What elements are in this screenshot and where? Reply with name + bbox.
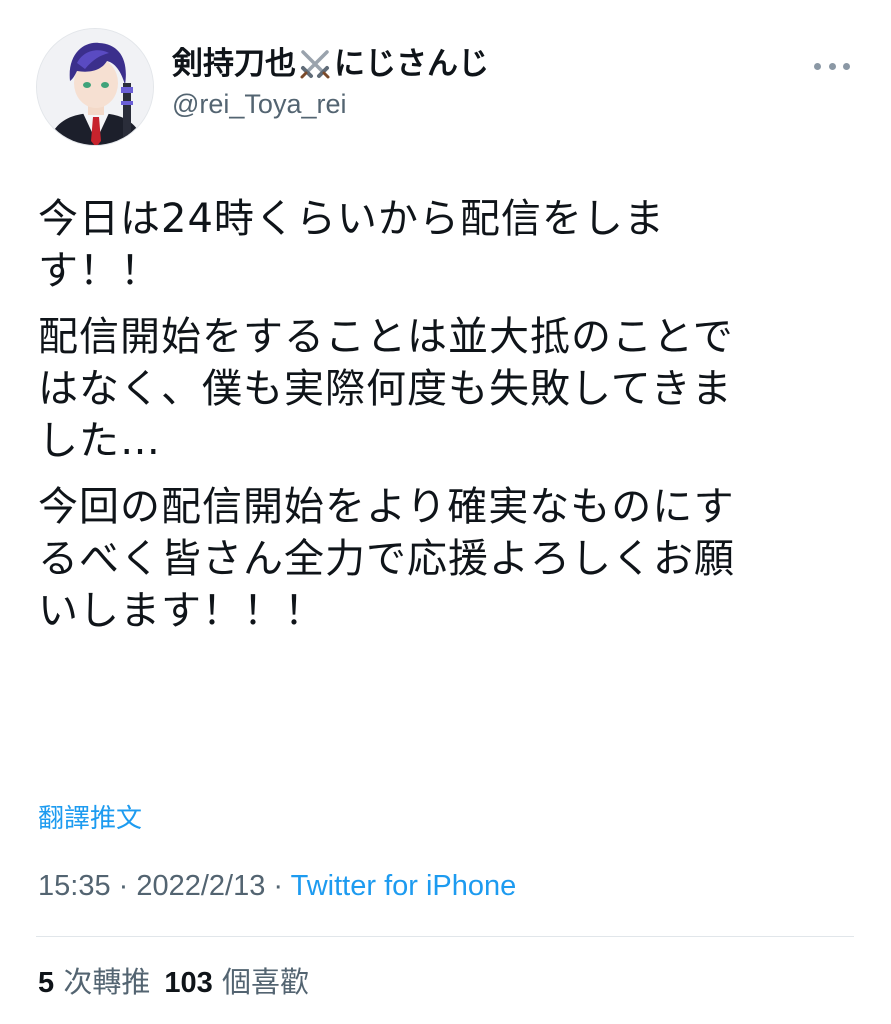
- display-name[interactable]: 剣持刀也 にじさんじ: [172, 44, 489, 84]
- likes-count: 103: [164, 967, 213, 999]
- author-names: 剣持刀也 にじさんじ @rei_Toya_rei: [172, 44, 489, 122]
- more-horizontal-icon[interactable]: [814, 56, 850, 76]
- tweet-meta: 15:35 · 2022/2/13 · Twitter for iPhone: [38, 866, 516, 906]
- author-handle[interactable]: @rei_Toya_rei: [172, 86, 489, 122]
- more-dot: [828, 62, 836, 70]
- retweets-stat[interactable]: 5 次轉推: [38, 965, 150, 999]
- more-dot: [843, 62, 850, 70]
- likes-stat[interactable]: 103 個喜歡: [164, 965, 309, 999]
- translate-tweet-link[interactable]: 翻譯推文: [38, 798, 142, 835]
- tweet-paragraph: 今日は24時くらいから配信をしま す！！: [38, 196, 665, 294]
- display-name-suffix: にじさんじ: [334, 46, 489, 82]
- tweet-paragraph: 配信開始をすることは並大抵のことで はなく、僕も実際何度も失敗してきま した…: [38, 314, 734, 464]
- retweets-count: 5: [38, 967, 55, 999]
- avatar[interactable]: [36, 28, 154, 146]
- crossed-swords-icon: [300, 50, 330, 79]
- tweet-header: 剣持刀也 にじさんじ @rei_Toya_rei: [36, 28, 856, 148]
- tweet-time[interactable]: 15:35: [38, 870, 111, 902]
- avatar-image: [37, 29, 153, 145]
- likes-label: 個喜歡: [212, 965, 309, 999]
- meta-separator: ·: [265, 870, 291, 902]
- divider: [36, 936, 854, 937]
- tweet-date[interactable]: 2022/2/13: [136, 870, 265, 902]
- tweet-paragraph: 今回の配信開始をより確実なものにす るべく皆さん全力で応援よろしくお願 いします…: [38, 484, 735, 634]
- tweet-source-link[interactable]: Twitter for iPhone: [291, 870, 517, 902]
- more-dot: [814, 62, 821, 70]
- retweets-label: 次轉推: [54, 965, 151, 999]
- tweet-text: 今日は24時くらいから配信をしま す！！ 配信開始をすることは並大抵のことで は…: [38, 193, 868, 651]
- tweet-stats: 5 次轉推 103 個喜歡: [38, 962, 309, 1003]
- meta-separator: ·: [110, 870, 137, 902]
- display-name-prefix: 剣持刀也: [172, 46, 296, 82]
